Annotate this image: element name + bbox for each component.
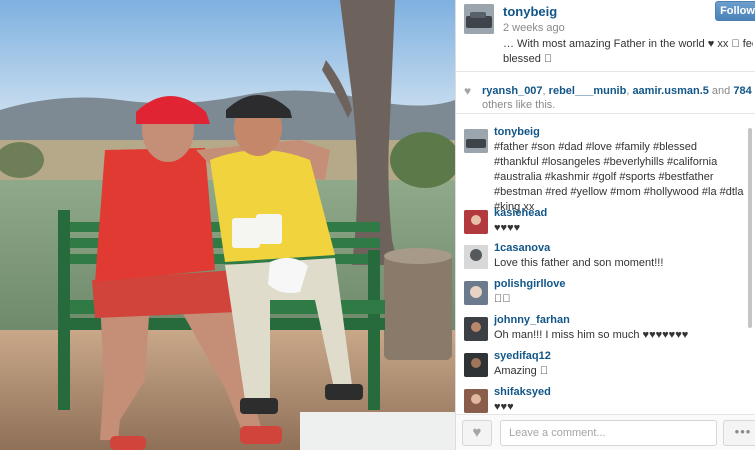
author-avatar[interactable] — [464, 4, 494, 34]
post-timestamp[interactable]: 2 weeks ago — [503, 22, 565, 34]
ellipsis-icon: ••• — [734, 424, 752, 439]
liker-link[interactable]: rebel___munib — [549, 85, 627, 97]
avatar-image — [464, 4, 494, 34]
avatar-image — [464, 353, 488, 377]
like-button[interactable]: ♥ — [462, 420, 492, 446]
comment-username[interactable]: kasiehead — [494, 207, 547, 219]
avatar-image — [464, 317, 488, 341]
photo-illustration — [0, 0, 455, 450]
comment-avatar[interactable] — [464, 389, 488, 413]
avatar-image — [464, 245, 488, 269]
comment-username[interactable]: syedifaq12 — [494, 350, 551, 362]
comment-avatar[interactable] — [464, 129, 488, 153]
comment-text: Love this father and son moment!!! — [494, 257, 664, 269]
comment-avatar[interactable] — [464, 353, 488, 377]
author-username[interactable]: tonybeig — [503, 4, 557, 19]
post-side-panel: tonybeig 2 weeks ago … With most amazing… — [455, 0, 755, 450]
avatar-image — [464, 129, 488, 153]
comment-text: ♥♥♥ — [494, 401, 514, 413]
likes-summary: ♥ ryansh_007, rebel___munib, aamir.usman… — [456, 78, 755, 114]
comment-username[interactable]: johnny_farhan — [494, 314, 570, 326]
likers-joiner: and — [708, 85, 734, 97]
caption-line-2: blessed 􀀀 — [503, 53, 553, 65]
comments-scrollbar[interactable] — [748, 128, 752, 328]
likers-text: ryansh_007, rebel___munib, aamir.usman.5… — [482, 84, 752, 112]
comment-input[interactable] — [500, 420, 717, 446]
comment-text: #father #son #dad #love #family #blessed… — [494, 141, 744, 213]
likes-suffix: others like this. — [482, 99, 556, 111]
comment-avatar[interactable] — [464, 245, 488, 269]
likes-count[interactable]: 784 — [733, 85, 751, 97]
post-photo[interactable] — [0, 0, 455, 450]
follow-button[interactable]: Follow — [715, 1, 755, 21]
comment-text: ♥♥♥♥ — [494, 222, 521, 234]
post-caption: … With most amazing Father in the world … — [503, 37, 753, 67]
avatar-image — [464, 210, 488, 234]
comment-avatar[interactable] — [464, 210, 488, 234]
comment-username[interactable]: tonybeig — [494, 126, 540, 138]
comment-username[interactable]: polishgirllove — [494, 278, 566, 290]
comment-username[interactable]: shifaksyed — [494, 386, 551, 398]
comments-list[interactable]: tonybeig #father #son #dad #love #family… — [456, 120, 755, 414]
comment-text: 􀀀􀀀 — [494, 293, 511, 305]
comment-text: Amazing 􀀀 — [494, 365, 549, 377]
heart-icon: ♥ — [464, 84, 472, 98]
post-header: tonybeig 2 weeks ago … With most amazing… — [456, 0, 755, 72]
comment-avatar[interactable] — [464, 281, 488, 305]
more-options-button[interactable]: ••• — [723, 420, 755, 446]
heart-outline-icon: ♥ — [472, 424, 482, 441]
comment-text: Oh man!!! I miss him so much ♥♥♥♥♥♥♥ — [494, 329, 689, 341]
comment-avatar[interactable] — [464, 317, 488, 341]
liker-link[interactable]: ryansh_007 — [482, 85, 543, 97]
liker-link[interactable]: aamir.usman.5 — [632, 85, 708, 97]
comment-username[interactable]: 1casanova — [494, 242, 550, 254]
avatar-image — [464, 389, 488, 413]
avatar-image — [464, 281, 488, 305]
caption-line-1: … With most amazing Father in the world … — [503, 38, 753, 50]
comment-footer: ♥ ••• — [456, 414, 755, 450]
